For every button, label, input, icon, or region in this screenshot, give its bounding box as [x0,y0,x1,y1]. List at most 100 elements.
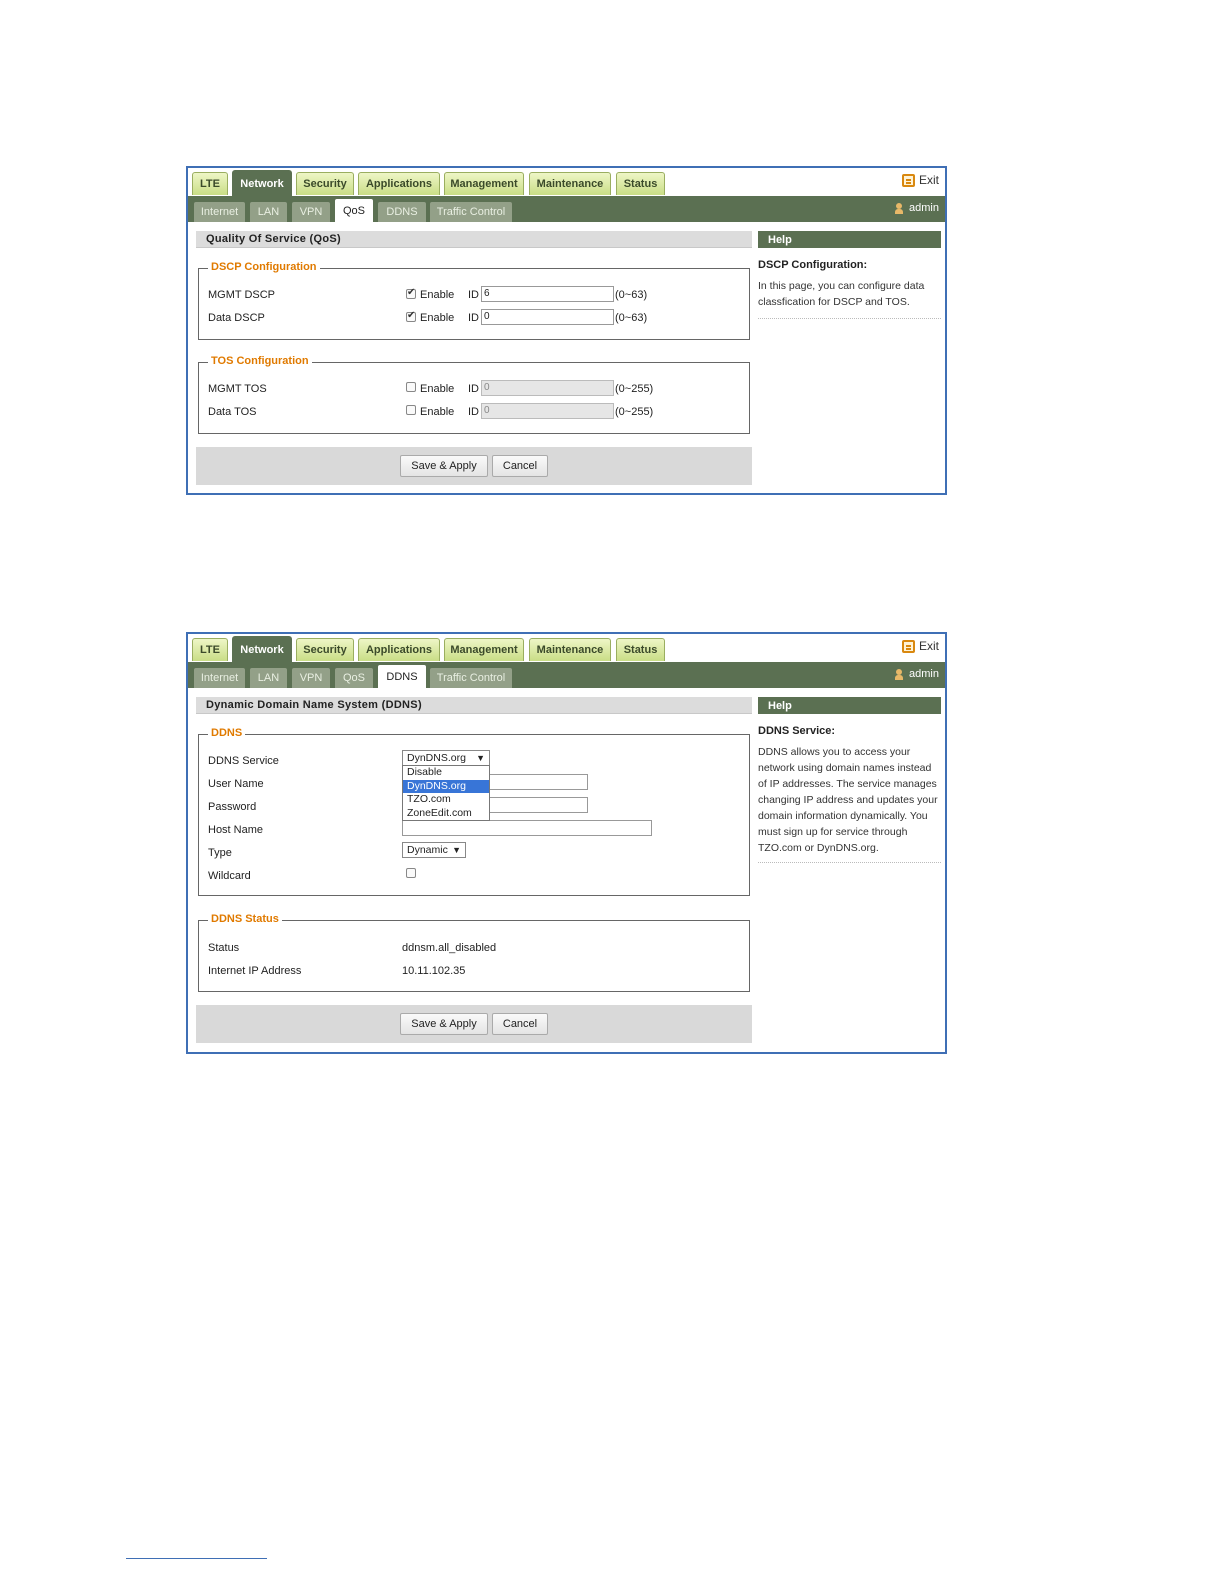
type-select[interactable]: Dynamic ▼ [402,842,466,858]
ddns-status-fieldset [198,920,750,992]
mgmt-dscp-id-input[interactable]: 6 [481,286,614,302]
wildcard-label: Wildcard [208,870,251,882]
wildcard-checkbox[interactable] [406,868,416,878]
help-divider [758,862,941,863]
top-tab-security[interactable]: Security [296,172,354,195]
help-body: In this page, you can configure data cla… [758,280,925,308]
mgmt-dscp-range: (0~63) [615,289,648,301]
mgmt-tos-enable-checkbox[interactable] [406,382,416,392]
dropdown-arrow-icon: ▼ [452,845,461,855]
sub-tab-traffic-control[interactable]: Traffic Control [430,668,512,688]
data-tos-label: Data TOS [208,406,257,418]
mgmt-dscp-enable-checkbox[interactable] [406,287,416,299]
password-label: Password [208,801,257,813]
top-tab-network[interactable]: Network [232,170,292,196]
user-icon [895,668,904,680]
type-value: Dynamic [407,844,448,856]
ddns-service-select[interactable]: DynDNS.org ▼ [402,750,490,766]
save-apply-button[interactable]: Save & Apply [400,455,488,477]
data-dscp-enable-checkbox[interactable] [406,310,416,322]
top-tab-lte[interactable]: LTE [192,172,228,195]
top-nav: LTE Network Security Applications Manage… [188,168,945,196]
data-tos-range: (0~255) [615,406,654,418]
exit-icon [901,639,915,653]
help-body: DDNS allows you to access your network u… [758,746,938,854]
top-tab-status[interactable]: Status [616,638,665,661]
section-title: Quality Of Service (QoS) [196,231,752,248]
mgmt-tos-label: MGMT TOS [208,383,267,395]
mgmt-tos-range: (0~255) [615,383,654,395]
option-dyndns[interactable]: DynDNS.org [403,779,489,793]
data-dscp-label: Data DSCP [208,312,265,324]
ddns-service-label: DDNS Service [208,755,279,767]
dscp-legend: DSCP Configuration [208,261,320,273]
tos-legend: TOS Configuration [208,355,312,367]
user-indicator: admin [895,202,939,214]
help-title: DSCP Configuration: [758,259,868,271]
cancel-button[interactable]: Cancel [492,1013,548,1035]
exit-icon [901,173,915,187]
top-nav: LTE Network Security Applications Manage… [188,634,945,662]
section-title: Dynamic Domain Name System (DDNS) [196,697,752,714]
data-dscp-id-input[interactable]: 0 [481,309,614,325]
mgmt-dscp-enable-label: Enable [420,289,455,301]
data-dscp-enable-label: Enable [420,312,455,324]
sub-tab-lan[interactable]: LAN [250,668,287,688]
data-tos-enable-label: Enable [420,406,455,418]
sub-tab-traffic-control[interactable]: Traffic Control [430,202,512,222]
top-tab-maintenance[interactable]: Maintenance [529,638,611,661]
username-label: User Name [208,778,264,790]
sub-tab-ddns[interactable]: DDNS [378,665,426,688]
sub-tab-qos[interactable]: QoS [335,199,373,222]
mgmt-dscp-id-label: ID [468,289,479,301]
top-tab-management[interactable]: Management [444,172,524,195]
option-zoneedit[interactable]: ZoneEdit.com [403,807,489,821]
button-bar: Save & Apply Cancel [196,447,752,485]
sub-tab-qos[interactable]: QoS [335,668,373,688]
cancel-button[interactable]: Cancel [492,455,548,477]
data-tos-id-label: ID [468,406,479,418]
mgmt-tos-enable-label: Enable [420,383,455,395]
exit-label: Exit [918,173,939,187]
ip-address-value: 10.11.102.35 [402,965,466,977]
sub-tab-lan[interactable]: LAN [250,202,287,222]
user-label: admin [909,668,939,680]
sub-tab-internet[interactable]: Internet [194,202,245,222]
sub-nav: Internet LAN VPN QoS DDNS Traffic Contro… [188,662,945,688]
help-divider [758,318,941,319]
sub-tab-vpn[interactable]: VPN [292,668,330,688]
top-tab-status[interactable]: Status [616,172,665,195]
top-tab-management[interactable]: Management [444,638,524,661]
top-tab-security[interactable]: Security [296,638,354,661]
ip-address-label: Internet IP Address [208,965,302,977]
ddns-screenshot: LTE Network Security Applications Manage… [186,632,947,1054]
button-bar: Save & Apply Cancel [196,1005,752,1043]
status-value: ddnsm.all_disabled [402,942,497,954]
data-tos-enable-checkbox[interactable] [406,405,416,415]
help-title: DDNS Service: [758,725,836,737]
top-tab-applications[interactable]: Applications [358,172,440,195]
ddns-legend: DDNS [208,727,246,739]
sub-tab-ddns[interactable]: DDNS [378,202,426,222]
save-apply-button[interactable]: Save & Apply [400,1013,488,1035]
top-tab-maintenance[interactable]: Maintenance [529,172,611,195]
top-tab-network[interactable]: Network [232,636,292,662]
ddns-service-value: DynDNS.org [407,752,466,764]
exit-link[interactable]: Exit [901,173,939,187]
type-label: Type [208,847,232,859]
top-tab-lte[interactable]: LTE [192,638,228,661]
option-tzo[interactable]: TZO.com [403,793,489,807]
option-disable[interactable]: Disable [403,766,489,780]
exit-link[interactable]: Exit [901,639,939,653]
top-tab-applications[interactable]: Applications [358,638,440,661]
status-label: Status [208,942,240,954]
user-indicator: admin [895,668,939,680]
sub-tab-internet[interactable]: Internet [194,668,245,688]
sub-tab-vpn[interactable]: VPN [292,202,330,222]
tos-fieldset [198,362,750,434]
hostname-input[interactable] [402,820,652,836]
user-icon [895,202,904,214]
data-dscp-id-label: ID [468,312,479,324]
mgmt-tos-id-input[interactable]: 0 [481,380,614,396]
data-tos-id-input[interactable]: 0 [481,403,614,419]
